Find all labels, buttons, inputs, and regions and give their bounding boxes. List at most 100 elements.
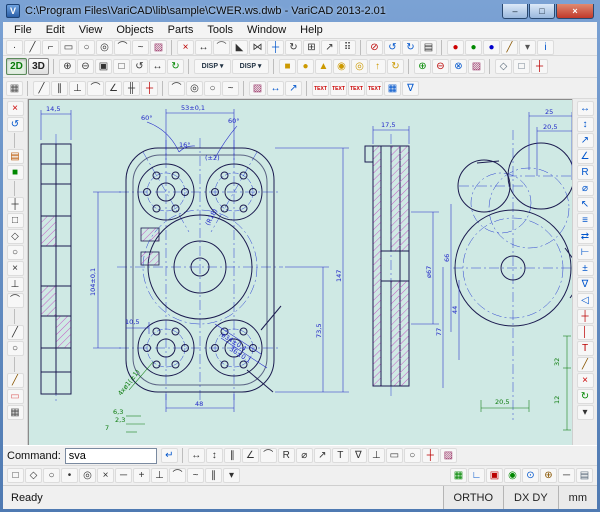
arc-3pt-icon[interactable]: ⌒ xyxy=(168,81,185,96)
freehand-icon[interactable]: ~ xyxy=(222,81,239,96)
print-small-icon[interactable]: ▦ xyxy=(7,405,24,420)
curve-icon[interactable]: ~ xyxy=(132,40,149,55)
polyline-icon[interactable]: ⌐ xyxy=(42,40,59,55)
status-units[interactable]: mm xyxy=(558,486,597,509)
snap-endpoint-icon[interactable]: □ xyxy=(7,213,24,228)
view-front-icon[interactable]: □ xyxy=(513,59,530,74)
dim-vertical-icon[interactable]: ↕ xyxy=(577,117,594,132)
pencil-icon[interactable]: ╱ xyxy=(7,373,24,388)
units-toggle-icon[interactable]: ▤ xyxy=(576,468,593,483)
color-blue-icon[interactable]: ● xyxy=(483,40,500,55)
cdim-radius-icon[interactable]: R xyxy=(278,448,295,463)
arc-icon[interactable]: ⌒ xyxy=(114,40,131,55)
undo-icon[interactable]: ↺ xyxy=(384,40,401,55)
disp-mode-1-icon[interactable]: DISP ▾ xyxy=(194,59,231,74)
menu-objects[interactable]: Objects xyxy=(109,23,160,37)
cad-drawing[interactable]: 14,560°53±0,160°16°(±2)(R18)104±0,114773… xyxy=(29,100,573,446)
dim-aligned-icon[interactable]: ↗ xyxy=(577,133,594,148)
layers-icon[interactable]: ▤ xyxy=(420,40,437,55)
text-attributes-icon[interactable]: TEXT xyxy=(366,81,383,96)
extrude-icon[interactable]: ↑ xyxy=(369,59,386,74)
parallel-line-icon[interactable]: ∥ xyxy=(51,81,68,96)
zoom-previous-icon[interactable]: ↺ xyxy=(131,59,148,74)
center-mark-icon[interactable]: ┼ xyxy=(577,309,594,324)
dimension-icon[interactable]: ↔ xyxy=(267,81,284,96)
tool-line-icon[interactable]: ╱ xyxy=(7,325,24,340)
fillet-icon[interactable]: ⌒ xyxy=(213,40,230,55)
scale-icon[interactable]: ↗ xyxy=(321,40,338,55)
mode-2d-button[interactable]: 2D xyxy=(6,58,27,75)
bisector-icon[interactable]: ╫ xyxy=(123,81,140,96)
cdim-leader-icon[interactable]: ↗ xyxy=(314,448,331,463)
zoom-window-icon[interactable]: ▣ xyxy=(95,59,112,74)
zoom-out-icon[interactable]: ⊖ xyxy=(77,59,94,74)
status-dxdy[interactable]: DX DY xyxy=(503,486,558,509)
text-note-icon[interactable]: T xyxy=(577,341,594,356)
osnap-intersection-icon[interactable]: × xyxy=(97,468,114,483)
menu-file[interactable]: File xyxy=(7,23,39,37)
tolerance-icon[interactable]: ± xyxy=(577,261,594,276)
color-red-icon[interactable]: ● xyxy=(447,40,464,55)
osnap-settings-icon[interactable]: ▾ xyxy=(223,468,240,483)
boolean-union-icon[interactable]: ⊕ xyxy=(414,59,431,74)
color-green-icon[interactable]: ● xyxy=(465,40,482,55)
circle-concentric-icon[interactable]: ◎ xyxy=(96,40,113,55)
enter-command-icon[interactable]: ↵ xyxy=(161,448,178,463)
snap-toggle-icon[interactable]: ▣ xyxy=(486,468,503,483)
cdim-hatch-icon[interactable]: ▨ xyxy=(440,448,457,463)
snap-center-icon[interactable]: ○ xyxy=(7,245,24,260)
osnap-tangent-icon[interactable]: ⌒ xyxy=(169,468,186,483)
osnap-insertion-icon[interactable]: + xyxy=(133,468,150,483)
maximize-button[interactable]: □ xyxy=(529,4,555,19)
surface-finish-icon[interactable]: ∇ xyxy=(577,277,594,292)
osnap-node-icon[interactable]: • xyxy=(61,468,78,483)
angle-line-icon[interactable]: ∠ xyxy=(105,81,122,96)
dim-diameter-icon[interactable]: ⌀ xyxy=(577,181,594,196)
mirror-icon[interactable]: ⋈ xyxy=(249,40,266,55)
polar-toggle-icon[interactable]: ◉ xyxy=(504,468,521,483)
snap-tangent-icon[interactable]: ⌒ xyxy=(7,293,24,308)
mode-3d-button[interactable]: 3D xyxy=(28,58,49,75)
menu-window[interactable]: Window xyxy=(240,23,293,37)
cdim-parallel-icon[interactable]: ∥ xyxy=(224,448,241,463)
snap-midpoint-icon[interactable]: ◇ xyxy=(7,229,24,244)
zoom-all-icon[interactable]: □ xyxy=(113,59,130,74)
cdim-text-icon[interactable]: T xyxy=(332,448,349,463)
solid-sphere-icon[interactable]: ◉ xyxy=(333,59,350,74)
circle-icon[interactable]: ○ xyxy=(78,40,95,55)
update-dimension-icon[interactable]: ↻ xyxy=(577,389,594,404)
osnap-endpoint-icon[interactable]: □ xyxy=(7,468,24,483)
cdim-arc-icon[interactable]: ⌒ xyxy=(260,448,277,463)
cdim-angle-icon[interactable]: ∠ xyxy=(242,448,259,463)
extend-icon[interactable]: ↔ xyxy=(195,40,212,55)
point-icon[interactable]: · xyxy=(6,40,23,55)
info-icon[interactable]: i xyxy=(537,40,554,55)
osnap-perpendicular-icon[interactable]: ⊥ xyxy=(151,468,168,483)
osnap-extension-icon[interactable]: ─ xyxy=(115,468,132,483)
menu-view[interactable]: View xyxy=(72,23,110,37)
chamfer-icon[interactable]: ◣ xyxy=(231,40,248,55)
tangent-line-icon[interactable]: ⌒ xyxy=(87,81,104,96)
pan-icon[interactable]: ↔ xyxy=(149,59,166,74)
cdim-surface-icon[interactable]: ∇ xyxy=(350,448,367,463)
line-icon[interactable]: ╱ xyxy=(24,40,41,55)
cdim-datum-icon[interactable]: ⊥ xyxy=(368,448,385,463)
close-button[interactable]: × xyxy=(556,4,594,19)
lineweight-toggle-icon[interactable]: ─ xyxy=(558,468,575,483)
dim-horizontal-icon[interactable]: ↔ xyxy=(577,101,594,116)
dim-angular-icon[interactable]: ∠ xyxy=(577,149,594,164)
cdim-vertical-icon[interactable]: ↕ xyxy=(206,448,223,463)
leader-icon[interactable]: ↗ xyxy=(285,81,302,96)
move-icon[interactable]: ┼ xyxy=(267,40,284,55)
surface-symbol-icon[interactable]: ∇ xyxy=(402,81,419,96)
solid-cylinder-icon[interactable]: ● xyxy=(297,59,314,74)
copy-icon[interactable]: ⊞ xyxy=(303,40,320,55)
menu-edit[interactable]: Edit xyxy=(39,23,72,37)
view-iso-icon[interactable]: ◇ xyxy=(495,59,512,74)
erase-icon[interactable]: ⊘ xyxy=(366,40,383,55)
dim-leader-icon[interactable]: ↖ xyxy=(577,197,594,212)
osnap-quadrant-icon[interactable]: ◎ xyxy=(79,468,96,483)
undo-step-icon[interactable]: ↺ xyxy=(7,117,24,132)
osnap-center-icon[interactable]: ○ xyxy=(43,468,60,483)
ortho-toggle-icon[interactable]: ∟ xyxy=(468,468,485,483)
